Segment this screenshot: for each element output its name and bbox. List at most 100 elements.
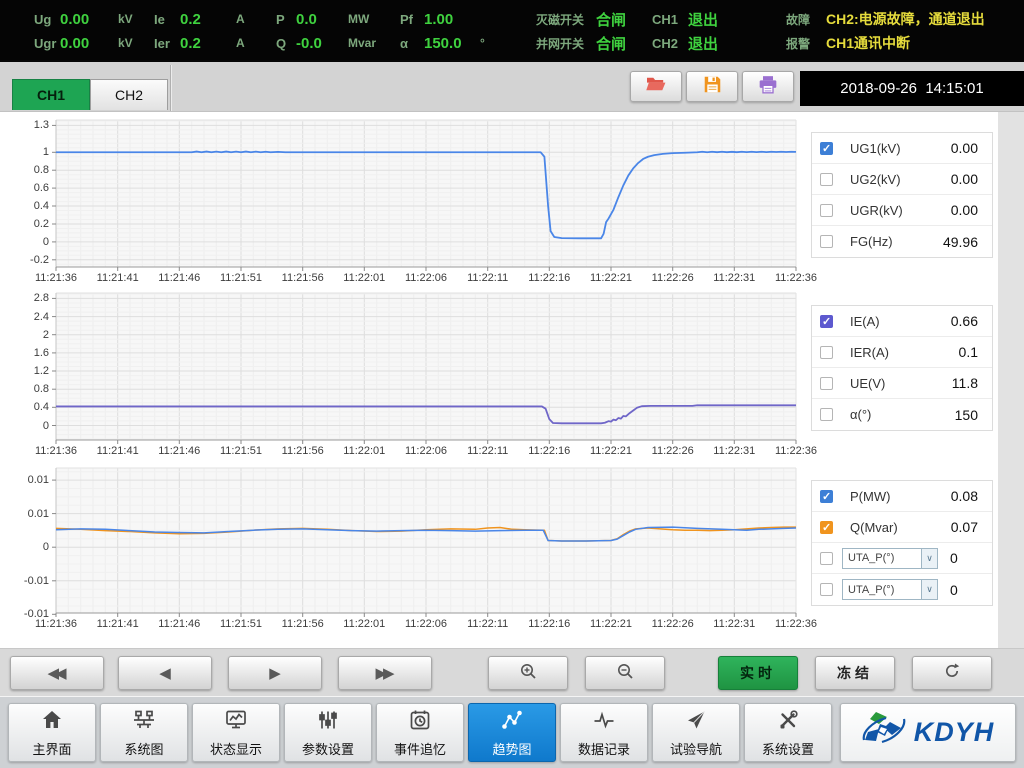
legend-panel: P(MW) 0.08 Q(Mvar) 0.07 UTA_P(°) ∨ 0 bbox=[811, 480, 993, 606]
switch-label: 并网开关 bbox=[536, 35, 596, 52]
open-file-button[interactable] bbox=[630, 71, 682, 102]
field-label: Q bbox=[276, 36, 296, 51]
save-button[interactable] bbox=[686, 71, 738, 102]
series-checkbox[interactable] bbox=[820, 583, 833, 596]
series-select[interactable]: UTA_P(°) ∨ bbox=[842, 548, 938, 569]
nav-main-screen[interactable]: 主界面 bbox=[8, 703, 96, 762]
series-checkbox[interactable] bbox=[820, 315, 833, 328]
charts-area: 1.310.80.60.40.20-0.2 11:21:3611:21:4111… bbox=[0, 112, 1024, 648]
x-tick-label: 11:22:01 bbox=[343, 445, 385, 457]
x-tick-label: 11:22:06 bbox=[405, 445, 447, 457]
series-checkbox[interactable] bbox=[820, 377, 833, 390]
series-label: α(°) bbox=[850, 407, 871, 422]
series-select[interactable]: UTA_P(°) ∨ bbox=[842, 579, 938, 600]
series-checkbox[interactable] bbox=[820, 204, 833, 217]
zoom-in-icon bbox=[519, 662, 537, 684]
series-value: 150 bbox=[955, 407, 978, 423]
x-tick-label: 11:22:06 bbox=[405, 272, 447, 284]
legend-row: P(MW) 0.08 bbox=[812, 481, 992, 512]
brand-logo[interactable]: KDYH bbox=[840, 703, 1016, 762]
y-tick-label: 0.4 bbox=[34, 200, 49, 212]
nav-parameter-settings[interactable]: 参数设置 bbox=[284, 703, 372, 762]
fast-forward-button[interactable]: ▶▶ bbox=[338, 656, 432, 690]
x-tick-label: 11:22:26 bbox=[652, 445, 694, 457]
field-unit: A bbox=[236, 36, 245, 50]
x-tick-label: 11:22:11 bbox=[467, 272, 508, 284]
nav-status-display[interactable]: 状态显示 bbox=[192, 703, 280, 762]
system-diagram-icon bbox=[132, 708, 156, 737]
series-value: 0.00 bbox=[951, 171, 978, 187]
plot-area[interactable] bbox=[56, 468, 796, 613]
tab-ch2[interactable]: CH2 bbox=[90, 79, 168, 110]
chart-power: 0.010.010-0.01-0.01 11:21:3611:21:4111:2… bbox=[0, 468, 1024, 637]
chevron-down-icon[interactable]: ∨ bbox=[921, 549, 937, 568]
tab-ch1[interactable]: CH1 bbox=[12, 79, 90, 110]
series-checkbox[interactable] bbox=[820, 235, 833, 248]
legend-row: Q(Mvar) 0.07 bbox=[812, 512, 992, 543]
x-tick-label: 11:22:36 bbox=[775, 445, 817, 457]
tab-bar: CH1 CH2 2018-09-26 14:15:01 bbox=[0, 62, 1024, 112]
series-value: 0.07 bbox=[951, 519, 978, 535]
step-backward-button[interactable]: ◀ bbox=[118, 656, 212, 690]
x-axis: 11:21:3611:21:4111:21:4611:21:5111:21:56… bbox=[56, 613, 796, 637]
step-forward-button[interactable]: ▶ bbox=[228, 656, 322, 690]
series-value: 0.1 bbox=[959, 344, 978, 360]
y-tick-label: 1 bbox=[43, 146, 49, 158]
switch-state: 合闸 bbox=[596, 33, 626, 54]
series-checkbox[interactable] bbox=[820, 408, 833, 421]
step-backward-icon: ◀ bbox=[159, 664, 171, 682]
x-tick-label: 11:22:21 bbox=[590, 445, 632, 457]
y-tick-label: 0 bbox=[43, 236, 49, 248]
chevron-down-icon[interactable]: ∨ bbox=[921, 580, 937, 599]
x-tick-label: 11:22:21 bbox=[590, 618, 632, 630]
x-tick-label: 11:21:41 bbox=[97, 618, 139, 630]
y-tick-label: -0.2 bbox=[30, 254, 49, 266]
nav-system-diagram[interactable]: 系统图 bbox=[100, 703, 188, 762]
field-label: α bbox=[400, 36, 424, 51]
series-checkbox[interactable] bbox=[820, 490, 833, 503]
x-tick-label: 11:22:21 bbox=[590, 272, 632, 284]
bottom-nav: 主界面 系统图 状态显示 参数设置 事件追忆 趋势图 数据记录 试验导航 bbox=[0, 696, 1024, 768]
freeze-button[interactable]: 冻结 bbox=[815, 656, 895, 690]
plot-area[interactable] bbox=[56, 120, 796, 267]
zoom-in-button[interactable] bbox=[488, 656, 568, 690]
zoom-out-button[interactable] bbox=[585, 656, 665, 690]
channel-state: 退出 bbox=[688, 9, 718, 30]
field-unit: kV bbox=[118, 36, 133, 50]
x-tick-label: 11:21:56 bbox=[282, 618, 324, 630]
y-tick-label: 1.2 bbox=[34, 365, 49, 377]
channel-label: CH2 bbox=[652, 36, 688, 51]
fast-backward-button[interactable]: ◀◀ bbox=[10, 656, 104, 690]
x-tick-label: 11:22:11 bbox=[467, 618, 508, 630]
series-checkbox[interactable] bbox=[820, 142, 833, 155]
field-unit: Mvar bbox=[348, 36, 376, 50]
series-checkbox[interactable] bbox=[820, 552, 833, 565]
series-checkbox[interactable] bbox=[820, 173, 833, 186]
refresh-button[interactable] bbox=[912, 656, 992, 690]
nav-event-recall[interactable]: 事件追忆 bbox=[376, 703, 464, 762]
realtime-button[interactable]: 实时 bbox=[718, 656, 798, 690]
plot-area[interactable] bbox=[56, 293, 796, 440]
series-label: UG2(kV) bbox=[850, 172, 901, 187]
series-select-value: UTA_P(°) bbox=[843, 584, 921, 596]
nav-system-settings[interactable]: 系统设置 bbox=[744, 703, 832, 762]
legend-row: UTA_P(°) ∨ 0 bbox=[812, 574, 992, 605]
nav-test-navigation[interactable]: 试验导航 bbox=[652, 703, 740, 762]
field-value: -0.0 bbox=[296, 35, 348, 52]
print-button[interactable] bbox=[742, 71, 794, 102]
y-axis: 0.010.010-0.01-0.01 bbox=[0, 468, 56, 613]
field-unit: kV bbox=[118, 12, 133, 26]
field-unit: ° bbox=[480, 36, 485, 50]
y-tick-label: 0 bbox=[43, 420, 49, 432]
series-checkbox[interactable] bbox=[820, 346, 833, 359]
y-tick-label: 0.2 bbox=[34, 218, 49, 230]
field-unit: A bbox=[236, 12, 245, 26]
nav-data-record[interactable]: 数据记录 bbox=[560, 703, 648, 762]
nav-trend-chart[interactable]: 趋势图 bbox=[468, 703, 556, 762]
x-tick-label: 11:21:51 bbox=[220, 445, 262, 457]
x-tick-label: 11:21:46 bbox=[158, 272, 200, 284]
x-axis: 11:21:3611:21:4111:21:4611:21:5111:21:56… bbox=[56, 267, 796, 291]
y-tick-label: 0.01 bbox=[28, 508, 49, 520]
y-tick-label: 0.01 bbox=[28, 474, 49, 486]
series-checkbox[interactable] bbox=[820, 521, 833, 534]
